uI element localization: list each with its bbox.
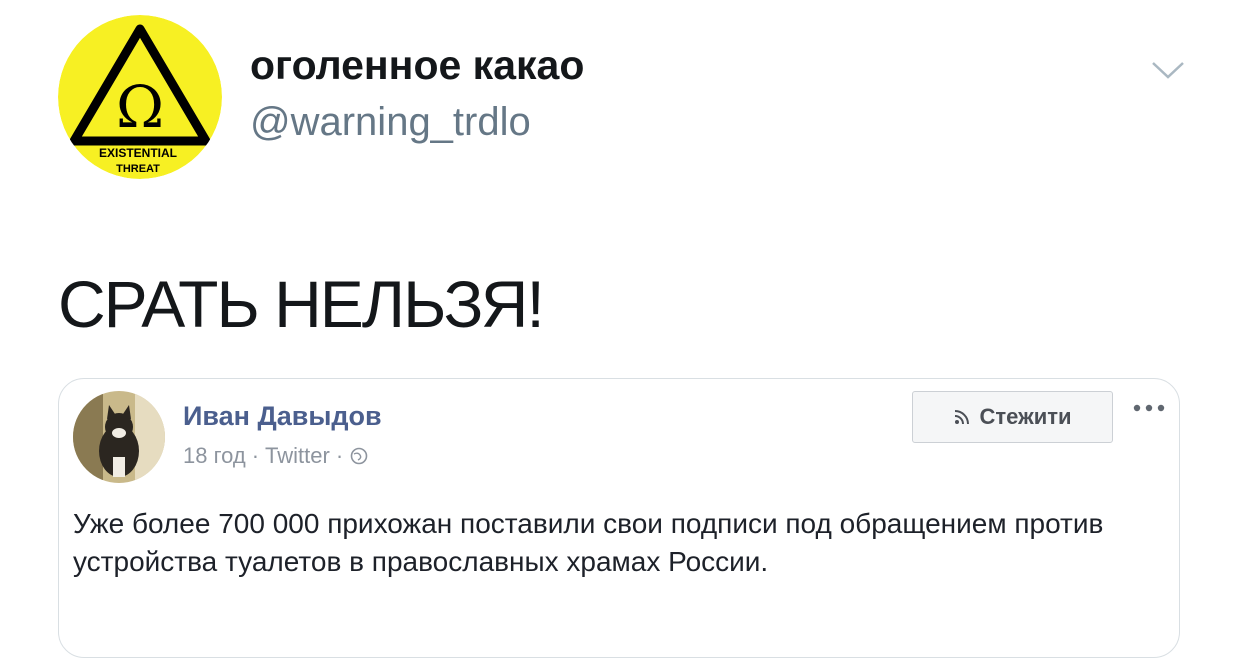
post-time[interactable]: 18 год [183,443,246,469]
embedded-author-avatar[interactable] [73,391,165,483]
rss-icon [955,410,970,425]
avatar-caption-line2: THREAT [116,163,160,175]
embedded-post-body: Уже более 700 000 прихожан поставили сво… [73,508,1104,577]
author-display-name[interactable]: оголенное какао [250,42,584,89]
avatar-caption-line1: EXISTENTIAL [99,146,177,160]
follow-button[interactable]: Стежити [912,391,1113,443]
profile-avatar[interactable]: Ω EXISTENTIAL THREAT [58,15,222,179]
embedded-post-card[interactable]: Иван Давыдов 18 год · Twitter · Стежити … [58,378,1180,658]
cat-photo-icon [73,391,165,483]
embedded-author-name[interactable]: Иван Давыдов [183,401,382,432]
embedded-post-meta: 18 год · Twitter · [183,443,369,469]
avatar-omega-symbol: Ω [116,73,164,141]
chevron-down-icon[interactable] [1150,58,1186,82]
meta-separator: · [251,443,260,468]
tweet-text: СРАТЬ НЕЛЬЗЯ! [58,267,545,341]
omega-warning-sign-icon: Ω EXISTENTIAL THREAT [58,15,222,179]
meta-separator-2: · [335,443,344,468]
globe-icon [349,446,369,466]
post-source: Twitter [265,443,330,468]
author-handle[interactable]: @warning_trdlo [250,100,531,145]
follow-button-label: Стежити [979,404,1072,429]
more-options-icon[interactable] [1131,401,1167,413]
